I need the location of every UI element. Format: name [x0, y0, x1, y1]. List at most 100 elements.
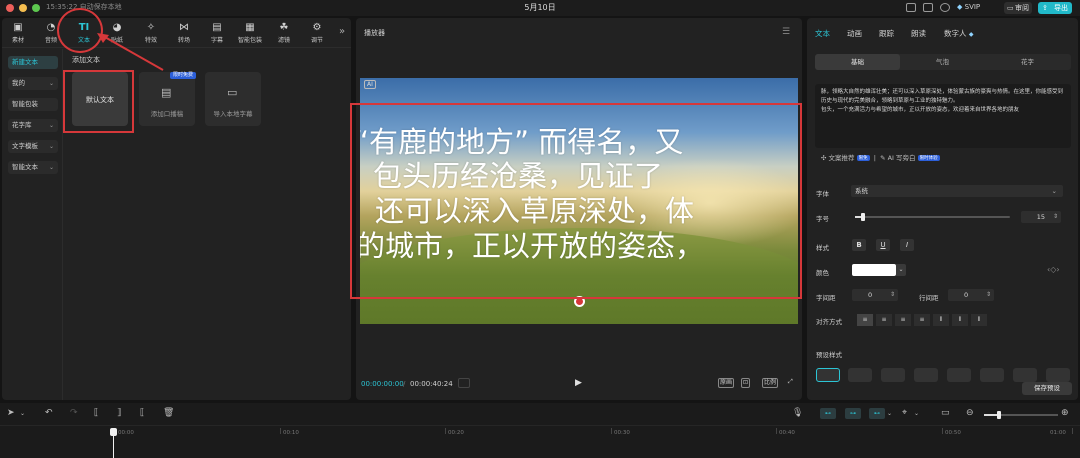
monitor-icon[interactable] [923, 3, 933, 12]
stepper-icon[interactable]: ⇕ [986, 289, 991, 301]
color-swatch[interactable] [852, 264, 896, 276]
nav-smart-text[interactable]: 智能文本 ⌄ [8, 161, 58, 174]
split-right-icon[interactable]: ⟦ [140, 408, 144, 418]
tab-transition[interactable]: ⋈ 转场 [168, 20, 200, 46]
tab-media[interactable]: ▣ 素材 [2, 20, 34, 46]
zoom-out-icon[interactable]: ⊖ [966, 408, 974, 418]
ratio-button[interactable]: 比例 [762, 378, 779, 388]
close-window-button[interactable] [6, 4, 14, 12]
cursor-select-icon[interactable]: ➤ [7, 408, 15, 418]
vertical-bottom-button[interactable]: ⦀ [971, 314, 987, 326]
delete-icon[interactable]: 🗑 [163, 408, 174, 418]
playhead-handle[interactable] [110, 428, 117, 436]
tab-adjust[interactable]: ⚙ 调节 [301, 20, 333, 46]
stepper-icon[interactable]: ⇕ [1053, 211, 1058, 223]
menu-icon[interactable]: ☰ [782, 27, 790, 37]
line-spacing-input[interactable]: 0 ⇕ [948, 289, 994, 301]
stepper-icon[interactable]: ⇕ [890, 289, 895, 301]
nav-text-template[interactable]: 文字模板 ⌄ [8, 140, 58, 153]
copy-recommend-button[interactable]: 文案推荐 [829, 154, 855, 162]
italic-button[interactable]: I [900, 239, 914, 251]
preset-style-item[interactable] [848, 368, 872, 382]
nav-new-text[interactable]: 新建文本 [8, 56, 58, 69]
tab-animation[interactable]: 动画 [847, 28, 862, 39]
align-justify-button[interactable]: ≡ [914, 314, 930, 326]
subtab-flower[interactable]: 花字 [985, 54, 1070, 70]
project-title[interactable]: 5月10日 [500, 2, 580, 13]
split-left-icon[interactable]: ⟧ [117, 408, 121, 418]
chevron-down-icon[interactable]: ⌄ [914, 410, 919, 417]
tab-smart-pack[interactable]: ▦ 智能包装 [234, 20, 266, 46]
nav-flower-text[interactable]: 花字库 ⌄ [8, 119, 58, 132]
preview-axis-icon[interactable]: ⌖ [902, 408, 907, 418]
undo-icon[interactable]: ↶ [45, 408, 53, 418]
crop-icon[interactable]: ⊡ [741, 378, 751, 388]
underline-button[interactable]: U [876, 239, 890, 251]
save-preset-button[interactable]: 保存预设 [1022, 382, 1072, 395]
export-button[interactable]: ⇪ 导出 [1038, 2, 1072, 14]
svip-badge[interactable]: ◆ SVIP [957, 3, 980, 11]
tab-label: 转场 [177, 37, 190, 44]
preset-style-item[interactable] [1013, 368, 1037, 382]
text-content-input[interactable]: 脉，领略大自然的雄浑壮美；还可以深入草原深处，体验蒙古族的豪爽与热情。在这里，你… [815, 84, 1071, 148]
preset-style-item[interactable] [1046, 368, 1070, 382]
tab-reading[interactable]: 朗读 [911, 28, 926, 39]
player-title: 播放器 [364, 29, 385, 37]
tab-subtitle[interactable]: ▤ 字幕 [201, 20, 233, 46]
align-center-button[interactable]: ≡ [876, 314, 892, 326]
maximize-window-button[interactable] [32, 4, 40, 12]
split-icon[interactable]: ⟦ [94, 408, 98, 418]
fullscreen-icon[interactable]: ⤢ [787, 378, 794, 388]
add-script-card[interactable]: ▤ 添加口播稿 [139, 72, 195, 126]
zoom-slider[interactable] [984, 411, 1058, 419]
chevron-down-icon[interactable]: ⌄ [20, 410, 25, 417]
vertical-center-button[interactable]: ⦀ [952, 314, 968, 326]
settings-icon[interactable] [940, 3, 950, 12]
main-track-magnet-button[interactable]: ⊷ [820, 408, 836, 419]
size-input[interactable]: 15 ⇕ [1021, 211, 1061, 223]
ai-narration-button[interactable]: AI 写旁白 [888, 154, 916, 162]
caption-icon[interactable]: ▭ [941, 408, 950, 418]
preset-style-item[interactable] [914, 368, 938, 382]
preset-style-item[interactable] [980, 368, 1004, 382]
subtab-basic[interactable]: 基础 [815, 54, 900, 70]
layout-icon[interactable] [906, 3, 916, 12]
import-subtitle-card[interactable]: ▭ 导入本地字幕 [205, 72, 261, 126]
size-slider[interactable] [855, 213, 1010, 221]
zoom-slider-handle[interactable] [996, 411, 1001, 419]
quality-button[interactable]: 原画 [718, 378, 735, 388]
preset-style-item[interactable] [816, 368, 840, 382]
vertical-top-button[interactable]: ⦀ [933, 314, 949, 326]
preset-style-item[interactable] [881, 368, 905, 382]
tab-text-props[interactable]: 文本 [815, 28, 830, 39]
bold-button[interactable]: B [852, 239, 866, 251]
tab-digital-human[interactable]: 数字人 ◆ [944, 28, 974, 39]
tab-tracking[interactable]: 跟踪 [879, 28, 894, 39]
size-slider-handle[interactable] [860, 213, 865, 221]
nav-smart-pack[interactable]: 智能包装 [8, 98, 58, 111]
auto-snap-button[interactable]: ⊶ [845, 408, 861, 419]
nav-mine[interactable]: 我的 ⌄ [8, 77, 58, 90]
font-select[interactable]: 系统 ⌄ [851, 185, 1063, 197]
tab-filter[interactable]: ☘ 滤镜 [268, 20, 300, 46]
letter-spacing-input[interactable]: 0 ⇕ [852, 289, 898, 301]
chevron-down-icon[interactable]: ⌄ [896, 264, 906, 276]
zoom-in-icon[interactable]: ⊕ [1061, 408, 1069, 418]
preset-style-item[interactable] [947, 368, 971, 382]
align-right-button[interactable]: ≡ [895, 314, 911, 326]
minimize-window-button[interactable] [19, 4, 27, 12]
redo-icon[interactable]: ↷ [70, 408, 78, 418]
subtab-bubble[interactable]: 气泡 [900, 54, 985, 70]
font-value: 系统 [855, 187, 868, 195]
keyframe-icon[interactable]: ‹◇› [1047, 265, 1060, 274]
more-tabs-icon[interactable]: » [339, 26, 345, 37]
link-button[interactable]: ⊷ [869, 408, 885, 419]
timecode-grid-icon[interactable] [458, 378, 470, 388]
timeline-ruler[interactable]: 00:00 00:10 00:20 00:30 00:40 00:50 01:0… [0, 425, 1080, 458]
timeline-toolbar: ➤ ⌄ ↶ ↷ ⟦ ⟧ ⟦ 🗑 🎙 ⊷ ⊶ ⊷ ⌄ ⌖ ⌄ ▭ ⊖ ⊕ [0, 403, 1080, 425]
play-button[interactable]: ▶ [575, 378, 582, 388]
chevron-down-icon[interactable]: ⌄ [887, 410, 892, 417]
align-left-button[interactable]: ≡ [857, 314, 873, 326]
review-button[interactable]: ▭ 审阅 [1004, 2, 1032, 14]
microphone-icon[interactable]: 🎙 [792, 408, 803, 418]
